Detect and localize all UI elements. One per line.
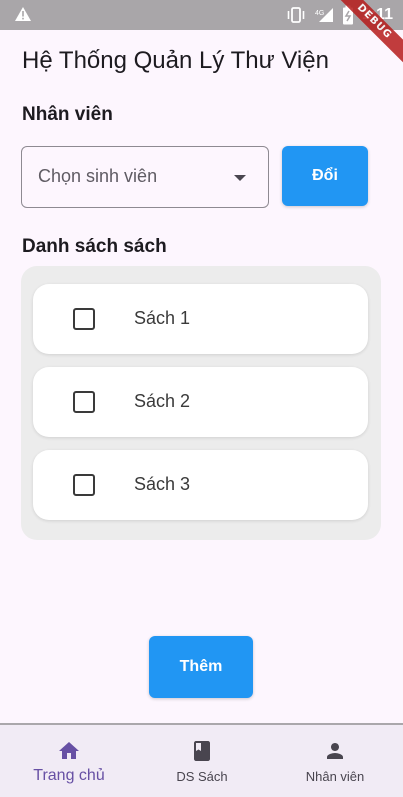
book-list-label: Danh sách sách xyxy=(22,236,167,257)
nav-item-home[interactable]: Trang chủ xyxy=(24,725,114,797)
book-item-2[interactable]: Sách 2 xyxy=(33,367,368,437)
student-select[interactable]: Chọn sinh viên xyxy=(21,146,269,208)
warning-icon xyxy=(15,7,31,21)
add-button[interactable]: Thêm xyxy=(149,636,253,698)
status-bar: 4G 1:11 xyxy=(0,0,403,30)
nav-label-home: Trang chủ xyxy=(33,767,105,784)
home-icon xyxy=(59,742,79,759)
bottom-nav: Trang chủ DS Sách Nhân viên xyxy=(0,723,403,797)
nav-item-books[interactable]: DS Sách xyxy=(162,725,242,797)
book-checkbox-1[interactable] xyxy=(73,308,95,330)
change-button[interactable]: Đổi xyxy=(282,146,368,206)
nav-item-staff[interactable]: Nhân viên xyxy=(290,725,380,797)
nav-label-books: DS Sách xyxy=(176,769,228,784)
vibrate-icon xyxy=(287,7,305,23)
book-item-3[interactable]: Sách 3 xyxy=(33,450,368,520)
book-label-2: Sách 2 xyxy=(134,391,191,411)
book-label-3: Sách 3 xyxy=(134,474,191,494)
student-select-placeholder: Chọn sinh viên xyxy=(38,166,158,186)
book-checkbox-2[interactable] xyxy=(73,391,95,413)
book-label-1: Sách 1 xyxy=(134,308,191,328)
page-title: Hệ Thống Quản Lý Thư Viện xyxy=(22,47,329,74)
caret-down-icon xyxy=(234,175,246,181)
network-type-label: 4G xyxy=(315,10,324,17)
book-checkbox-3[interactable] xyxy=(73,474,95,496)
book-icon xyxy=(194,741,210,761)
staff-section-label: Nhân viên xyxy=(22,104,113,125)
nav-label-staff: Nhân viên xyxy=(305,769,365,784)
book-item-1[interactable]: Sách 1 xyxy=(33,284,368,354)
signal-icon: 4G xyxy=(315,8,333,22)
book-list: Sách 1 Sách 2 Sách 3 xyxy=(21,266,381,540)
person-icon xyxy=(327,743,343,759)
